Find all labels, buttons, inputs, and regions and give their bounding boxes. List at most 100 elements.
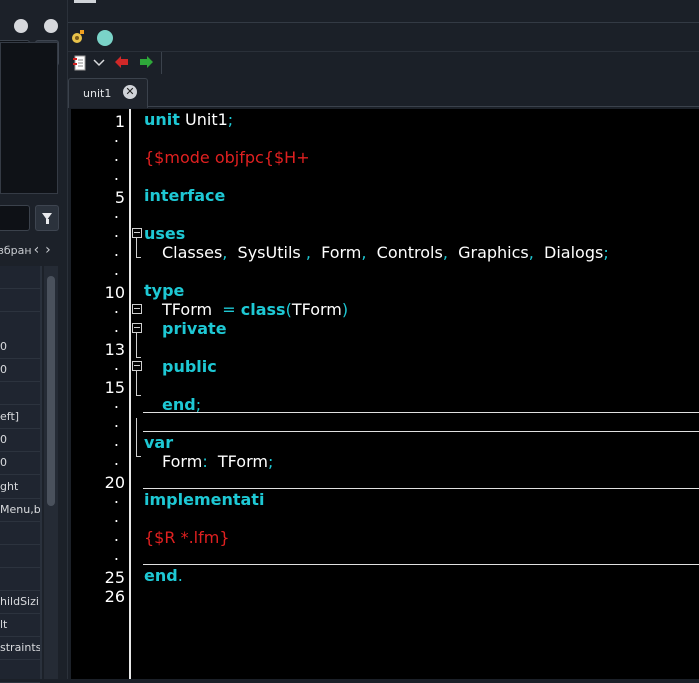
window-control-button[interactable] xyxy=(44,19,58,33)
line-dot: . xyxy=(113,355,119,374)
property-row[interactable] xyxy=(0,382,40,405)
property-row[interactable]: lt xyxy=(0,614,40,637)
menu-handle[interactable] xyxy=(74,0,96,3)
fold-toggle-icon[interactable] xyxy=(132,304,142,314)
code-line-10: type xyxy=(144,281,184,300)
line-dot: . xyxy=(113,127,119,146)
scrollbar-thumb[interactable] xyxy=(47,276,55,506)
keyword: end xyxy=(162,395,196,414)
identifier: Unit1 xyxy=(185,110,228,129)
line-dot: . xyxy=(113,488,119,507)
line-dot: . xyxy=(113,317,119,336)
fold-toggle-icon[interactable] xyxy=(132,228,142,238)
line-dot: . xyxy=(113,450,119,469)
property-row[interactable]: 0 xyxy=(0,359,40,382)
back-arrow-icon[interactable] xyxy=(115,56,129,68)
keyword: implementati xyxy=(144,490,265,509)
keyword: unit xyxy=(144,110,180,129)
line-dot: . xyxy=(113,260,119,279)
compiler-directive: {$R *.lfm} xyxy=(144,528,230,547)
code-line-23: {$R *.lfm} xyxy=(144,528,230,547)
fold-line xyxy=(136,357,141,358)
property-row[interactable]: 0 xyxy=(0,429,40,452)
property-row[interactable]: 0 xyxy=(0,452,40,475)
property-row[interactable] xyxy=(0,568,40,591)
toolbar-divider xyxy=(161,52,162,74)
window-control-button[interactable] xyxy=(14,19,28,33)
line-number: 25 xyxy=(104,568,125,587)
section-separator xyxy=(143,488,699,489)
fold-toggle-icon[interactable] xyxy=(132,361,142,371)
property-row[interactable]: Menu,b xyxy=(0,499,40,522)
code-line-11: TForm = class(TForm) xyxy=(162,300,349,319)
keyword: public xyxy=(162,357,217,376)
tab-next-arrow[interactable]: › xyxy=(45,242,51,258)
bookmark-icon[interactable] xyxy=(72,55,88,71)
code-line-25: end. xyxy=(144,566,183,585)
code-line-8: Classes, SysUtils , Form, Controls, Grap… xyxy=(162,243,609,262)
line-dot: . xyxy=(113,431,119,450)
line-dot: . xyxy=(113,222,119,241)
code-line-3: {$mode objfpc{$H+ xyxy=(144,148,310,167)
line-dot: . xyxy=(113,241,119,260)
property-row[interactable] xyxy=(0,545,40,568)
fold-line xyxy=(136,371,137,395)
keyword: interface xyxy=(144,186,226,205)
editor-tab-bar: unit1 ✕ xyxy=(68,76,699,108)
fold-line xyxy=(136,456,141,457)
property-row[interactable] xyxy=(0,266,40,289)
keyword: uses xyxy=(144,224,186,243)
property-row[interactable] xyxy=(0,660,40,683)
line-dot: . xyxy=(113,203,119,222)
gear-star-icon[interactable] xyxy=(68,29,86,47)
code-editor[interactable]: 1 . . . 5 . . . . 10 . . 13 . 15 . . . .… xyxy=(71,109,699,679)
top-bar xyxy=(68,0,699,23)
editor-toolbar xyxy=(68,23,699,52)
fold-line xyxy=(136,418,137,456)
keyword: private xyxy=(162,319,227,338)
code-line-19: Form: TForm; xyxy=(162,452,274,471)
keyword: end xyxy=(144,566,178,585)
component-tree[interactable] xyxy=(0,42,58,194)
property-row[interactable] xyxy=(0,289,40,312)
tab-favorites[interactable]: збран xyxy=(0,244,32,257)
vertical-scrollbar[interactable] xyxy=(44,266,58,679)
property-row[interactable]: straints xyxy=(0,637,40,660)
inspector-tabs: збран ‹ › xyxy=(0,238,62,262)
property-row[interactable]: 0 xyxy=(0,336,40,359)
code-line-18: var xyxy=(144,433,173,452)
property-row[interactable]: ght xyxy=(0,476,40,499)
code-line-14: public xyxy=(162,357,217,376)
line-dot: . xyxy=(113,526,119,545)
fold-line xyxy=(136,333,137,357)
code-line-1: unit Unit1; xyxy=(144,110,233,129)
property-filter-input[interactable] xyxy=(0,205,30,231)
status-indicator-icon[interactable] xyxy=(97,30,113,46)
chevron-down-icon[interactable] xyxy=(93,58,105,68)
column-divider[interactable] xyxy=(40,266,42,679)
property-row[interactable] xyxy=(0,522,40,545)
section-separator xyxy=(143,431,699,432)
object-inspector-list: 0 0 eft] 0 0 ght Menu,b hildSizi lt stra… xyxy=(0,266,40,683)
tab-label: unit1 xyxy=(83,87,112,100)
property-row[interactable]: eft] xyxy=(0,406,40,429)
line-number: 26 xyxy=(104,587,125,606)
symbol: ; xyxy=(227,110,234,129)
forward-arrow-icon[interactable] xyxy=(139,56,153,68)
filter-button[interactable] xyxy=(35,205,59,231)
fold-toggle-icon[interactable] xyxy=(132,323,142,333)
tab-unit1[interactable]: unit1 ✕ xyxy=(68,78,148,108)
funnel-icon xyxy=(42,212,52,224)
code-line-12: private xyxy=(162,319,227,338)
close-icon[interactable]: ✕ xyxy=(123,85,137,99)
code-line-16: end; xyxy=(162,395,202,414)
code-line-5: interface xyxy=(144,186,225,205)
fold-line xyxy=(136,238,137,257)
tab-prev-arrow[interactable]: ‹ xyxy=(34,242,40,258)
property-row[interactable]: hildSizi xyxy=(0,591,40,614)
line-dot: . xyxy=(113,507,119,526)
line-dot: . xyxy=(113,393,119,412)
keyword: var xyxy=(144,433,174,452)
section-separator xyxy=(143,564,699,565)
fold-line xyxy=(136,257,141,258)
